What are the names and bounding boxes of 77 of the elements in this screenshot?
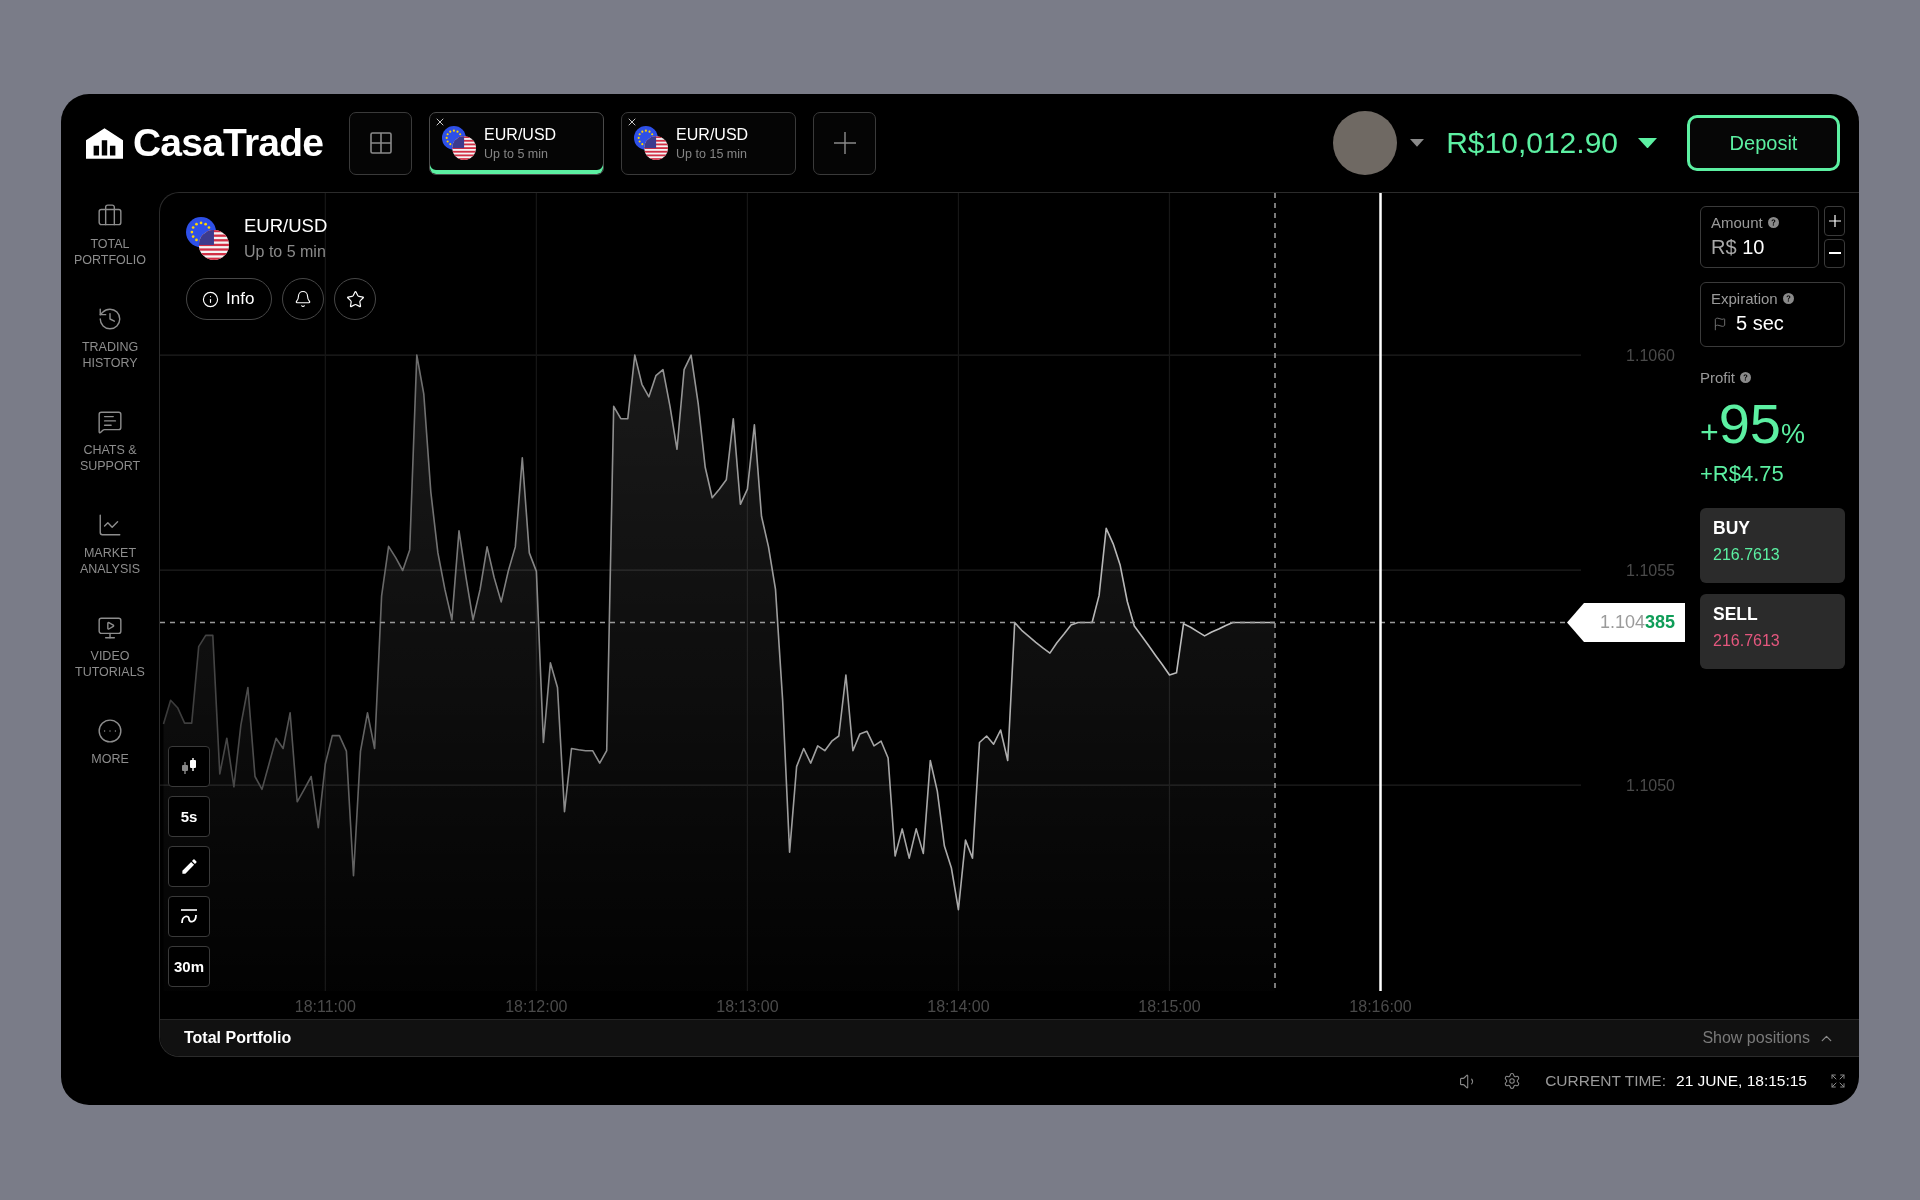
profit-label: Profit (1700, 369, 1735, 386)
help-icon[interactable] (1782, 293, 1794, 304)
currency-flags-icon (442, 126, 477, 160)
asset-name: EUR/USD (244, 215, 328, 237)
history-icon (97, 306, 123, 332)
caret-icon[interactable] (1638, 137, 1657, 149)
drawing-button[interactable] (168, 846, 210, 887)
asset-tab[interactable]: EUR/USD Up to 5 min (429, 111, 605, 175)
profit-amount: +R$4.75 (1700, 461, 1785, 487)
field-label: Expiration (1711, 290, 1778, 307)
plus-icon (833, 132, 856, 154)
star-icon (345, 289, 365, 309)
favorite-button[interactable] (334, 278, 377, 320)
decrease-button[interactable] (1824, 238, 1845, 268)
account-balance[interactable]: R$10,012.90 (1446, 126, 1618, 160)
sidebar-item[interactable]: VIDEO TUTORIALS (64, 615, 156, 680)
chat-icon (97, 409, 123, 435)
current-time: 21 JUNE, 18:15:15 (1676, 1072, 1807, 1090)
axis-label: 18:16:00 (1349, 998, 1412, 1015)
axis-label: 1.1060 (1626, 347, 1675, 365)
asset-subtitle: Up to 5 min (244, 243, 327, 261)
indicator-wave-icon (180, 908, 198, 925)
sidebar-item[interactable]: TOTAL PORTFOLIO (64, 203, 156, 268)
axis-label: 18:14:00 (927, 998, 990, 1015)
axis-label: 1.1050 (1626, 777, 1675, 795)
price-tag: 1.104385 (1567, 603, 1685, 642)
axis-label: 18:11:00 (294, 998, 356, 1015)
field-label: Amount (1711, 214, 1763, 231)
flag-icon (1713, 316, 1727, 331)
profit-percent: +95% (1700, 396, 1806, 452)
help-icon[interactable] (1767, 217, 1779, 228)
plus-icon (1828, 214, 1841, 227)
amount-field[interactable]: Amount R$ 10 (1700, 206, 1819, 268)
info-icon (202, 290, 219, 308)
axis-label: 1.1055 (1626, 562, 1675, 580)
sidebar-item[interactable]: MORE (64, 718, 156, 767)
currency-flags-icon (186, 216, 229, 260)
time-label: CURRENT TIME: (1545, 1072, 1666, 1090)
deposit-button[interactable]: Deposit (1687, 115, 1840, 171)
expiration-value: 5 sec (1736, 312, 1784, 335)
pencil-icon (179, 857, 199, 876)
axis-label: 18:12:00 (505, 998, 568, 1015)
indicator-button[interactable] (168, 896, 210, 937)
sidebar-item[interactable]: TRADING HISTORY (64, 306, 156, 371)
logo-text: CasaTrade (133, 121, 324, 165)
line-chart-icon (97, 512, 123, 538)
chart-type-button[interactable] (168, 746, 210, 787)
axis-label: 18:13:00 (716, 998, 779, 1015)
fullscreen-icon[interactable] (1830, 1073, 1846, 1089)
portfolio-title: Total Portfolio (184, 1029, 292, 1047)
minus-icon (1828, 252, 1841, 255)
add-tab-button[interactable] (813, 111, 877, 175)
expiration-field[interactable]: Expiration 5 sec (1700, 282, 1845, 347)
layout-button[interactable] (349, 111, 413, 175)
currency-flags-icon (634, 126, 669, 160)
video-play-icon (97, 615, 123, 641)
house-logo-icon (86, 127, 123, 159)
timeframe-button[interactable]: 30m (168, 946, 210, 987)
asset-tab[interactable]: EUR/USD Up to 15 min (621, 111, 797, 175)
caret-icon[interactable] (1410, 139, 1425, 147)
amount-value: R$ 10 (1711, 236, 1766, 259)
timeframe-button[interactable]: 5s (168, 796, 210, 837)
sidebar-item[interactable]: MARKET ANALYSIS (64, 512, 156, 577)
grid-icon (369, 132, 392, 154)
axis-label: 18:15:00 (1138, 998, 1201, 1015)
help-icon[interactable] (1740, 372, 1751, 383)
sell-button[interactable]: SELL 216.7613 (1700, 594, 1845, 669)
sidebar-item[interactable]: CHATS & SUPPORT (64, 409, 156, 474)
info-button[interactable]: Info (186, 278, 273, 320)
increase-button[interactable] (1824, 206, 1845, 236)
more-icon (97, 718, 123, 744)
candlestick-icon (180, 758, 198, 775)
bell-icon (294, 290, 313, 308)
buy-button[interactable]: BUY 216.7613 (1700, 508, 1845, 583)
show-positions-button[interactable]: Show positions (1702, 1029, 1835, 1047)
alert-button[interactable] (282, 278, 325, 320)
settings-icon[interactable] (1503, 1072, 1522, 1090)
